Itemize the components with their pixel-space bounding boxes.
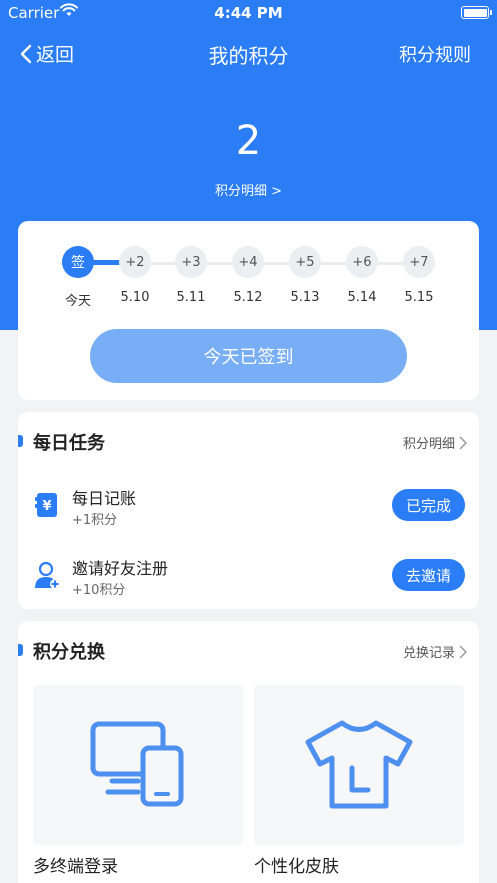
ledger-yen-icon: ¥ [33, 491, 61, 519]
exchange-item-label: 多终端登录 [33, 857, 118, 877]
sign-in-day-date: 5.14 [347, 290, 377, 305]
sign-in-day-badge: +7 [403, 246, 435, 278]
sign-in-day-badge: 签 [62, 246, 94, 278]
sign-in-day-badge: +2 [119, 246, 151, 278]
status-time: 4:44 PM [214, 4, 283, 22]
tshirt-icon [305, 720, 413, 809]
section-marker [18, 435, 23, 447]
invite-button[interactable]: 去邀请 [392, 559, 465, 591]
task-reward: +1积分 [72, 513, 118, 528]
exchange-records-label: 兑换记录 [402, 646, 455, 661]
exchange-item-label: 个性化皮肤 [254, 857, 339, 877]
svg-text:¥: ¥ [42, 499, 51, 514]
points-balance: 2 [235, 118, 262, 164]
task-name: 每日记账 [72, 489, 137, 508]
sign-in-day-date: 5.13 [290, 290, 320, 305]
exchange-item-multi-device[interactable] [33, 685, 243, 845]
daily-tasks-detail-link[interactable]: 积分明细 [403, 433, 467, 452]
sign-in-day-badge: +4 [232, 246, 264, 278]
exchange-records-link[interactable]: 兑换记录 [403, 642, 467, 661]
task-name: 邀请好友注册 [72, 559, 169, 578]
chevron-right-icon [459, 435, 467, 450]
sign-in-day-date: 5.15 [404, 290, 434, 305]
section-marker [18, 644, 23, 656]
sign-in-day-badge: +6 [346, 246, 378, 278]
navigation-bar: 返回 我的积分 积分规则 [0, 38, 497, 70]
sign-in-day-badge: +3 [175, 246, 207, 278]
sign-in-day-date: 今天 [64, 294, 91, 309]
sign-in-day-date: 5.12 [233, 290, 263, 305]
points-rules-link[interactable]: 积分规则 [399, 41, 471, 67]
sign-in-day-badge: +5 [289, 246, 321, 278]
invite-user-icon [33, 560, 61, 589]
chevron-right-icon [459, 644, 467, 659]
exchange-item-skin[interactable] [254, 685, 464, 845]
task-completed-button[interactable]: 已完成 [392, 489, 465, 521]
task-reward: +10积分 [72, 583, 126, 598]
sign-in-day-date: 5.10 [120, 290, 150, 305]
points-exchange-title: 积分兑换 [33, 642, 105, 663]
points-detail-link[interactable]: 积分明细 > [0, 180, 497, 199]
status-bar: Carrier 4:44 PM [0, 0, 497, 26]
daily-tasks-link-label: 积分明细 [402, 437, 455, 452]
signed-in-button[interactable]: 今天已签到 [90, 329, 407, 383]
multi-device-icon [90, 721, 184, 807]
daily-tasks-title: 每日任务 [33, 433, 105, 454]
battery-icon [461, 6, 492, 19]
sign-in-day-date: 5.11 [176, 290, 206, 305]
